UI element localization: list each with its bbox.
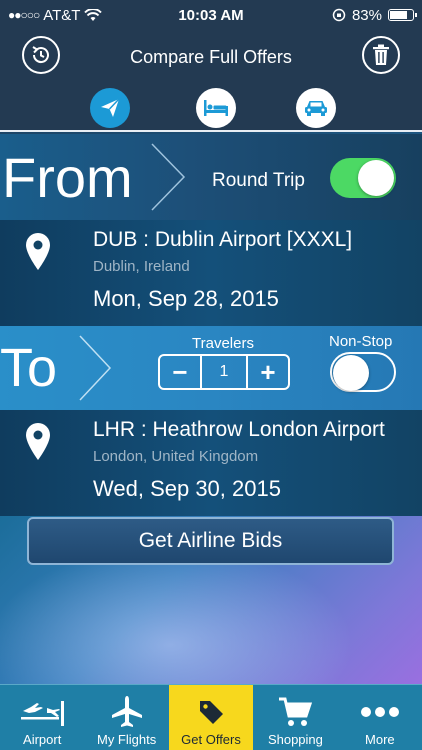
category-hotels-button[interactable] (196, 88, 236, 128)
battery-percent: 83% (351, 6, 382, 24)
to-label: To (0, 338, 58, 398)
paper-plane-icon (101, 98, 120, 117)
tab-get-offers[interactable]: Get Offers (168, 685, 254, 750)
trash-icon (373, 44, 389, 65)
page-title: Compare Full Offers (130, 47, 292, 67)
return-date[interactable]: Wed, Sep 30, 2015 (93, 476, 281, 502)
origin-airport-row[interactable]: DUB : Dublin Airport [XXXL] Dublin, Irel… (0, 220, 422, 326)
car-icon (305, 101, 327, 116)
carrier-label: AT&T (43, 6, 81, 24)
tab-label: Shopping (267, 732, 323, 747)
tab-shopping[interactable]: Shopping (253, 685, 337, 750)
orientation-lock-icon (332, 8, 346, 22)
wifi-icon (84, 8, 103, 21)
nonstop-toggle[interactable] (330, 352, 396, 392)
travelers-decrement-button[interactable]: − (160, 356, 200, 388)
tab-label: Airport (23, 732, 62, 747)
delete-button[interactable] (362, 36, 400, 74)
tab-label: My Flights (96, 732, 157, 747)
tab-label: Get Offers (181, 732, 241, 747)
tab-bar: Airport My Flights Get Offers Shopping M… (0, 684, 422, 750)
signal-dots-icon: ●●○○○ (8, 8, 40, 22)
airport-icon (21, 701, 65, 726)
airplane-icon (111, 696, 142, 727)
destination-airport: LHR : Heathrow London Airport (93, 418, 385, 441)
tab-label: More (365, 732, 395, 747)
tab-my-flights[interactable]: My Flights (84, 685, 168, 750)
tag-icon (200, 701, 224, 724)
origin-city: Dublin, Ireland (93, 258, 190, 275)
round-trip-label: Round Trip (212, 170, 305, 191)
status-bar: ●●○○○ AT&T 10:03 AM 83% (0, 0, 422, 30)
destination-airport-row[interactable]: LHR : Heathrow London Airport London, Un… (0, 410, 422, 516)
clock: 10:03 AM (178, 6, 244, 24)
location-pin-icon (26, 233, 50, 270)
from-label: From (2, 146, 133, 209)
nonstop-label: Non-Stop (329, 333, 393, 350)
more-dots-icon (360, 707, 399, 717)
tab-more[interactable]: More (338, 685, 422, 750)
category-cars-button[interactable] (296, 88, 336, 128)
travelers-increment-button[interactable]: + (248, 356, 288, 388)
tab-airport[interactable]: Airport (0, 685, 84, 750)
header: Compare Full Offers (0, 30, 422, 132)
bed-icon (204, 100, 228, 116)
round-trip-toggle[interactable] (330, 158, 396, 198)
departure-date[interactable]: Mon, Sep 28, 2015 (93, 286, 279, 312)
category-flights-button[interactable] (90, 88, 130, 128)
travelers-count: 1 (200, 356, 248, 388)
get-airline-bids-button[interactable]: Get Airline Bids (27, 517, 394, 565)
cart-icon (279, 697, 313, 726)
location-pin-icon (26, 423, 50, 460)
travelers-label: Travelers (192, 335, 254, 352)
origin-airport: DUB : Dublin Airport [XXXL] (93, 228, 353, 251)
chevron-right-icon (151, 143, 186, 211)
to-section: To Travelers − 1 + Non-Stop (0, 326, 422, 410)
from-section: From Round Trip (0, 134, 422, 220)
travelers-stepper: − 1 + (158, 354, 290, 390)
battery-icon (388, 9, 417, 21)
toggle-knob (333, 355, 369, 391)
chevron-right-icon (79, 335, 112, 401)
destination-city: London, United Kingdom (93, 448, 259, 465)
toggle-knob (358, 160, 394, 196)
